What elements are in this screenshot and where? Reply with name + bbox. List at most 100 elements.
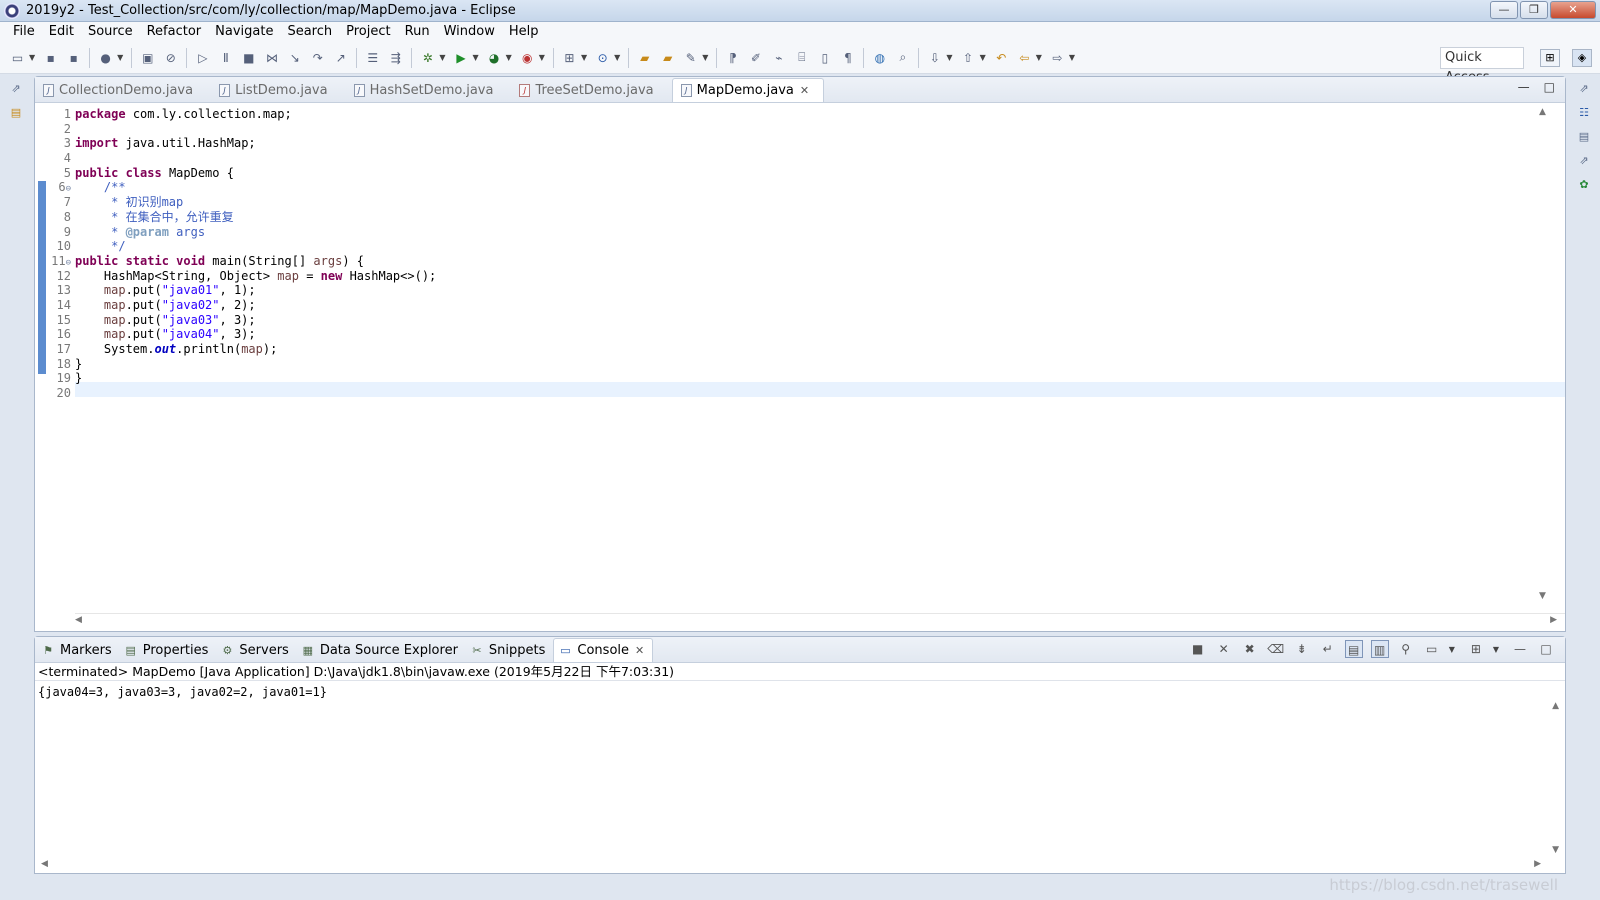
outline-icon[interactable]: ☷ <box>1574 106 1594 124</box>
menu-navigate[interactable]: Navigate <box>208 22 280 42</box>
suspend-icon[interactable]: Ⅱ <box>217 49 234 66</box>
run-dropdown-icon[interactable]: ▼ <box>472 53 478 62</box>
new-icon[interactable]: ▭ <box>9 49 26 66</box>
java-ee-perspective-icon[interactable]: ◈ <box>1572 49 1592 67</box>
disconnect-icon[interactable]: ⋈ <box>263 49 280 66</box>
display-console-icon[interactable]: ▭ <box>1423 640 1441 658</box>
terminate-console-icon[interactable]: ■ <box>1189 640 1207 658</box>
previous-annotation-icon[interactable]: ⇧ <box>960 49 977 66</box>
show-whitespace-icon[interactable]: ▯ <box>816 49 833 66</box>
menu-help[interactable]: Help <box>502 22 546 42</box>
pin-console-icon[interactable]: ⚲ <box>1397 640 1415 658</box>
menu-search[interactable]: Search <box>280 22 339 42</box>
forward-dropdown-icon[interactable]: ▼ <box>1069 53 1075 62</box>
remove-all-terminated-icon[interactable]: ✖ <box>1241 640 1259 658</box>
menu-file[interactable]: File <box>6 22 42 42</box>
forward-icon[interactable]: ⇨ <box>1049 49 1066 66</box>
minimize-button[interactable]: — <box>1490 1 1518 19</box>
next-annotation-icon[interactable]: ⇩ <box>926 49 943 66</box>
skip-breakpoints-icon[interactable]: ⊘ <box>162 49 179 66</box>
show-on-stdout-icon[interactable]: ▤ <box>1344 640 1363 658</box>
maximize-button[interactable]: ❐ <box>1520 1 1548 19</box>
terminal-icon[interactable]: ▣ <box>139 49 156 66</box>
step-return-icon[interactable]: ↗ <box>332 49 349 66</box>
close-tab-icon[interactable]: ✕ <box>800 84 809 97</box>
scroll-up-icon[interactable]: ▲ <box>1539 107 1546 117</box>
open-console-dropdown-icon[interactable]: ▼ <box>1493 645 1499 654</box>
external-tools-icon[interactable]: ◉ <box>519 49 536 66</box>
previous-annotation-dropdown-icon[interactable]: ▼ <box>980 53 986 62</box>
scroll-down-icon[interactable]: ▼ <box>1539 591 1546 601</box>
restore-icon[interactable]: ⇗ <box>6 82 26 100</box>
search-icon[interactable]: ✎ <box>682 49 699 66</box>
back-dropdown-icon[interactable]: ▼ <box>1036 53 1042 62</box>
tab-snippets[interactable]: ✂ Snippets <box>466 638 553 662</box>
profile-icon[interactable]: ● <box>97 49 114 66</box>
tab-listdemo[interactable]: J ListDemo.java <box>211 78 342 102</box>
next-annotation-dropdown-icon[interactable]: ▼ <box>946 53 952 62</box>
tab-properties[interactable]: ▤ Properties <box>120 638 217 662</box>
tab-hashsetdemo[interactable]: J HashSetDemo.java <box>346 78 508 102</box>
tab-collectiondemo[interactable]: J CollectionDemo.java <box>35 78 207 102</box>
console-scroll-down-icon[interactable]: ▼ <box>1552 845 1559 855</box>
minimize-console-icon[interactable]: — <box>1511 640 1529 658</box>
globe-icon[interactable]: ◍ <box>871 49 888 66</box>
toggle-mark-occurrences-icon[interactable]: ✐ <box>747 49 764 66</box>
menu-edit[interactable]: Edit <box>42 22 81 42</box>
open-perspective-icon[interactable]: ⊞ <box>1540 49 1560 67</box>
project-explorer-icon[interactable]: ▤ <box>6 106 26 124</box>
restore-right-2-icon[interactable]: ⇗ <box>1574 154 1594 172</box>
restore-right-icon[interactable]: ⇗ <box>1574 82 1594 100</box>
drop-frame-icon[interactable]: ☰ <box>364 49 381 66</box>
search-dropdown-icon[interactable]: ▼ <box>702 53 708 62</box>
external-tools-dropdown-icon[interactable]: ▼ <box>539 53 545 62</box>
coverage-dropdown-icon[interactable]: ▼ <box>506 53 512 62</box>
new-java-package-icon[interactable]: ⊞ <box>561 49 578 66</box>
code-editor[interactable]: 1 2 3 4 5 6⊖ 7 8 9 10 11⊖ 12 13 14 15 16… <box>35 103 1565 603</box>
menu-window[interactable]: Window <box>437 22 502 42</box>
coverage-icon[interactable]: ◕ <box>486 49 503 66</box>
new-package-dropdown-icon[interactable]: ▼ <box>581 53 587 62</box>
step-over-icon[interactable]: ↷ <box>309 49 326 66</box>
clear-console-icon[interactable]: ⌫ <box>1267 640 1285 658</box>
console-scroll-up-icon[interactable]: ▲ <box>1552 701 1559 711</box>
maximize-editor-icon[interactable]: □ <box>1544 80 1555 94</box>
fold-icon[interactable]: ⊖ <box>66 258 71 268</box>
tab-data-source-explorer[interactable]: ▦ Data Source Explorer <box>297 638 466 662</box>
word-wrap-icon[interactable]: ⌸ <box>793 49 810 66</box>
run-icon[interactable]: ▶ <box>452 49 469 66</box>
new-java-class-icon[interactable]: ⊙ <box>594 49 611 66</box>
editor-vertical-scrollbar[interactable]: ▲ ▼ <box>1537 107 1551 601</box>
maximize-console-icon[interactable]: □ <box>1537 640 1555 658</box>
toggle-ant-icon[interactable]: ⁋ <box>724 49 741 66</box>
task-list-icon[interactable]: ▤ <box>1574 130 1594 148</box>
back-icon[interactable]: ⇦ <box>1016 49 1033 66</box>
word-wrap-console-icon[interactable]: ↵ <box>1319 640 1337 658</box>
show-on-stderr-icon[interactable]: ▥ <box>1370 640 1389 658</box>
close-console-icon[interactable]: ✕ <box>635 644 644 657</box>
scroll-left-icon[interactable]: ◀ <box>75 615 82 625</box>
minimize-editor-icon[interactable]: — <box>1518 80 1530 94</box>
open-console-icon[interactable]: ⊞ <box>1467 640 1485 658</box>
open-type-icon[interactable]: ▰ <box>636 49 653 66</box>
debug-icon[interactable]: ✲ <box>419 49 436 66</box>
save-icon[interactable]: ▪ <box>42 49 59 66</box>
save-all-icon[interactable]: ▪ <box>65 49 82 66</box>
toggle-block-icon[interactable]: ⌁ <box>770 49 787 66</box>
console-scroll-right-icon[interactable]: ▶ <box>1534 859 1541 869</box>
fold-icon[interactable]: ⊖ <box>66 184 71 194</box>
menu-refactor[interactable]: Refactor <box>140 22 209 42</box>
use-step-filters-icon[interactable]: ⇶ <box>387 49 404 66</box>
close-button[interactable]: ✕ <box>1550 1 1596 19</box>
tab-treesetdemo[interactable]: J TreeSetDemo.java <box>511 78 667 102</box>
new-class-dropdown-icon[interactable]: ▼ <box>614 53 620 62</box>
remove-launch-icon[interactable]: ✕ <box>1215 640 1233 658</box>
console-scroll-left-icon[interactable]: ◀ <box>41 859 48 869</box>
open-task-icon[interactable]: ▰ <box>659 49 676 66</box>
new-dropdown-icon[interactable]: ▼ <box>29 53 35 62</box>
display-console-dropdown-icon[interactable]: ▼ <box>1449 645 1455 654</box>
console-output[interactable]: {java04=3, java03=3, java02=2, java01=1} <box>35 681 1565 703</box>
debug-dropdown-icon[interactable]: ▼ <box>439 53 445 62</box>
editor-horizontal-scrollbar[interactable]: ◀ ▶ <box>75 613 1565 627</box>
menu-source[interactable]: Source <box>81 22 140 42</box>
